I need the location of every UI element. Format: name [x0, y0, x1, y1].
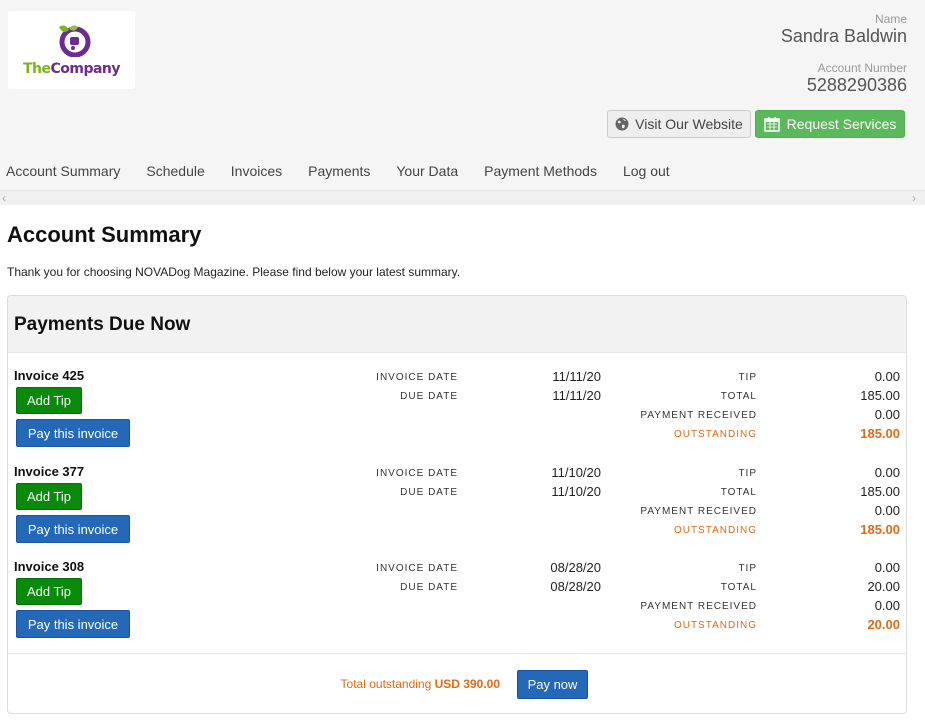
payment-received-value: 0.00: [874, 598, 900, 613]
nav-account-summary[interactable]: Account Summary: [0, 160, 133, 184]
payment-received-value: 0.00: [874, 503, 900, 518]
panel-footer: Total outstanding USD 390.00 Pay now: [8, 653, 906, 714]
invoice-row: Invoice 425 Add Tip Pay this invoice INV…: [8, 368, 908, 463]
add-tip-button[interactable]: Add Tip: [16, 483, 82, 510]
total-value: 185.00: [860, 484, 900, 499]
company-logo[interactable]: TheCompany: [8, 11, 135, 89]
tip-caption: TIP: [738, 372, 757, 383]
total-outstanding-label: Total outstanding: [340, 677, 432, 691]
calendar-icon: [763, 117, 780, 132]
pay-invoice-button[interactable]: Pay this invoice: [16, 419, 130, 447]
pay-invoice-button[interactable]: Pay this invoice: [16, 515, 130, 543]
total-outstanding: Total outstanding USD 390.00: [341, 677, 500, 691]
panel-header: Payments Due Now: [8, 296, 906, 353]
request-services-label: Request Services: [786, 116, 897, 132]
logo-mark-icon: [59, 25, 91, 57]
due-date-value: 11/10/20: [551, 484, 601, 499]
total-value: 185.00: [860, 388, 900, 403]
panel-title: Payments Due Now: [14, 314, 191, 335]
outstanding-caption: OUTSTANDING: [673, 429, 757, 440]
nav-horizontal-scrollbar[interactable]: ‹ ›: [0, 190, 925, 205]
add-tip-button[interactable]: Add Tip: [16, 578, 82, 605]
invoice-row: Invoice 308 Add Tip Pay this invoice INV…: [8, 559, 908, 654]
due-date-value: 08/28/20: [550, 579, 601, 594]
nav-payments[interactable]: Payments: [295, 160, 383, 184]
tip-value: 0.00: [874, 369, 900, 384]
outstanding-value: 185.00: [860, 426, 900, 441]
due-date-caption: DUE DATE: [400, 391, 458, 402]
invoice-date-caption: INVOICE DATE: [376, 468, 458, 479]
name-block: Name Sandra Baldwin: [781, 12, 907, 47]
nav-your-data[interactable]: Your Data: [383, 160, 471, 184]
nav-schedule[interactable]: Schedule: [133, 160, 217, 184]
total-caption: TOTAL: [720, 487, 757, 498]
pay-invoice-button[interactable]: Pay this invoice: [16, 610, 130, 638]
payment-received-caption: PAYMENT RECEIVED: [640, 601, 757, 612]
outstanding-caption: OUTSTANDING: [673, 525, 757, 536]
invoice-date-caption: INVOICE DATE: [376, 563, 458, 574]
scroll-right-icon[interactable]: ›: [912, 191, 916, 205]
tip-value: 0.00: [874, 465, 900, 480]
due-date-caption: DUE DATE: [400, 487, 458, 498]
nav-log-out[interactable]: Log out: [610, 160, 683, 184]
invoice-date-value: 08/28/20: [550, 560, 601, 575]
due-date-value: 11/11/20: [552, 388, 601, 403]
pay-now-button[interactable]: Pay now: [517, 670, 588, 699]
request-services-button[interactable]: Request Services: [755, 110, 905, 138]
invoice-title: Invoice 425: [14, 368, 85, 383]
outstanding-caption: OUTSTANDING: [673, 620, 757, 631]
payment-received-caption: PAYMENT RECEIVED: [640, 410, 757, 421]
main-nav: Account Summary Schedule Invoices Paymen…: [0, 160, 683, 184]
total-caption: TOTAL: [720, 582, 757, 593]
invoice-title: Invoice 377: [14, 464, 85, 479]
globe-icon: [615, 117, 629, 131]
total-caption: TOTAL: [720, 391, 757, 402]
name-label: Name: [874, 12, 907, 26]
invoice-date-caption: INVOICE DATE: [376, 372, 458, 383]
invoice-date-value: 11/11/20: [552, 369, 601, 384]
page-header: TheCompany Name Sandra Baldwin Account N…: [0, 0, 925, 190]
invoice-date-value: 11/10/20: [551, 465, 601, 480]
outstanding-value: 185.00: [860, 522, 900, 537]
payments-due-panel: Payments Due Now Invoice 425 Add Tip Pay…: [7, 295, 907, 714]
payment-received-caption: PAYMENT RECEIVED: [640, 506, 757, 517]
payment-received-value: 0.00: [874, 407, 900, 422]
invoice-row: Invoice 377 Add Tip Pay this invoice INV…: [8, 464, 908, 559]
add-tip-button[interactable]: Add Tip: [16, 387, 82, 414]
tip-caption: TIP: [738, 563, 757, 574]
nav-payment-methods[interactable]: Payment Methods: [471, 160, 610, 184]
tip-caption: TIP: [738, 468, 757, 479]
nav-invoices[interactable]: Invoices: [218, 160, 295, 184]
intro-text: Thank you for choosing NOVADog Magazine.…: [7, 265, 461, 279]
invoice-title: Invoice 308: [14, 559, 85, 574]
account-number: 5288290386: [806, 75, 907, 95]
due-date-caption: DUE DATE: [400, 582, 458, 593]
visit-website-button[interactable]: Visit Our Website: [607, 110, 751, 138]
account-number-label: Account Number: [817, 61, 907, 75]
account-number-block: Account Number 5288290386: [807, 61, 907, 96]
tip-value: 0.00: [874, 560, 900, 575]
customer-name: Sandra Baldwin: [780, 26, 907, 46]
scroll-left-icon[interactable]: ‹: [2, 191, 6, 205]
total-outstanding-amount: USD 390.00: [434, 677, 500, 691]
logo-text: TheCompany: [22, 61, 121, 77]
visit-website-label: Visit Our Website: [635, 116, 743, 132]
total-value: 20.00: [867, 579, 900, 594]
outstanding-value: 20.00: [867, 617, 900, 632]
page-title: Account Summary: [7, 222, 202, 247]
